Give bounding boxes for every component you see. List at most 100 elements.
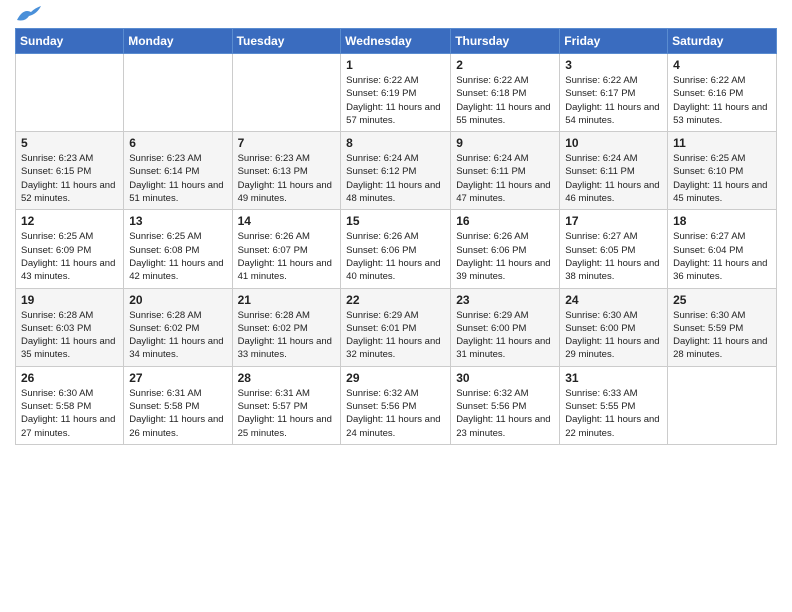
day-info: Sunrise: 6:28 AMSunset: 6:02 PMDaylight:… [129, 309, 226, 362]
day-number: 13 [129, 214, 226, 228]
day-info: Sunrise: 6:26 AMSunset: 6:06 PMDaylight:… [456, 230, 554, 283]
weekday-header-monday: Monday [124, 29, 232, 54]
day-info: Sunrise: 6:22 AMSunset: 6:16 PMDaylight:… [673, 74, 771, 127]
day-info: Sunrise: 6:27 AMSunset: 6:04 PMDaylight:… [673, 230, 771, 283]
day-number: 10 [565, 136, 662, 150]
day-number: 31 [565, 371, 662, 385]
day-number: 15 [346, 214, 445, 228]
calendar-cell: 18 Sunrise: 6:27 AMSunset: 6:04 PMDayligh… [668, 210, 777, 288]
day-number: 4 [673, 58, 771, 72]
calendar-week-3: 12 Sunrise: 6:25 AMSunset: 6:09 PMDayligh… [16, 210, 777, 288]
day-number: 27 [129, 371, 226, 385]
day-info: Sunrise: 6:28 AMSunset: 6:03 PMDaylight:… [21, 309, 118, 362]
day-number: 23 [456, 293, 554, 307]
calendar-cell: 27 Sunrise: 6:31 AMSunset: 5:58 PMDayligh… [124, 366, 232, 444]
day-number: 26 [21, 371, 118, 385]
day-info: Sunrise: 6:22 AMSunset: 6:17 PMDaylight:… [565, 74, 662, 127]
day-info: Sunrise: 6:30 AMSunset: 5:58 PMDaylight:… [21, 387, 118, 440]
weekday-header-thursday: Thursday [451, 29, 560, 54]
calendar-week-1: 1Sunrise: 6:22 AMSunset: 6:19 PMDaylight… [16, 54, 777, 132]
day-info: Sunrise: 6:29 AMSunset: 6:01 PMDaylight:… [346, 309, 445, 362]
weekday-header-row: SundayMondayTuesdayWednesdayThursdayFrid… [16, 29, 777, 54]
calendar-cell: 4 Sunrise: 6:22 AMSunset: 6:16 PMDaylight… [668, 54, 777, 132]
calendar-table: SundayMondayTuesdayWednesdayThursdayFrid… [15, 28, 777, 445]
day-info: Sunrise: 6:23 AMSunset: 6:13 PMDaylight:… [238, 152, 336, 205]
calendar-cell: 22 Sunrise: 6:29 AMSunset: 6:01 PMDayligh… [341, 288, 451, 366]
calendar-cell: 15 Sunrise: 6:26 AMSunset: 6:06 PMDayligh… [341, 210, 451, 288]
calendar-cell: 11 Sunrise: 6:25 AMSunset: 6:10 PMDayligh… [668, 132, 777, 210]
day-number: 25 [673, 293, 771, 307]
calendar-cell: 19 Sunrise: 6:28 AMSunset: 6:03 PMDayligh… [16, 288, 124, 366]
calendar-cell: 1Sunrise: 6:22 AMSunset: 6:19 PMDaylight… [341, 54, 451, 132]
page-container: SundayMondayTuesdayWednesdayThursdayFrid… [0, 0, 792, 455]
day-number: 11 [673, 136, 771, 150]
day-number: 7 [238, 136, 336, 150]
day-number: 18 [673, 214, 771, 228]
calendar-cell: 7 Sunrise: 6:23 AMSunset: 6:13 PMDaylight… [232, 132, 341, 210]
day-number: 21 [238, 293, 336, 307]
day-info: Sunrise: 6:33 AMSunset: 5:55 PMDaylight:… [565, 387, 662, 440]
calendar-cell: 21 Sunrise: 6:28 AMSunset: 6:02 PMDayligh… [232, 288, 341, 366]
calendar-cell [232, 54, 341, 132]
calendar-cell: 14Sunrise: 6:26 AMSunset: 6:07 PMDayligh… [232, 210, 341, 288]
day-number: 30 [456, 371, 554, 385]
calendar-week-5: 26 Sunrise: 6:30 AMSunset: 5:58 PMDayligh… [16, 366, 777, 444]
weekday-header-tuesday: Tuesday [232, 29, 341, 54]
day-info: Sunrise: 6:31 AMSunset: 5:58 PMDaylight:… [129, 387, 226, 440]
day-number: 6 [129, 136, 226, 150]
day-number: 3 [565, 58, 662, 72]
day-info: Sunrise: 6:26 AMSunset: 6:06 PMDaylight:… [346, 230, 445, 283]
calendar-cell: 12 Sunrise: 6:25 AMSunset: 6:09 PMDayligh… [16, 210, 124, 288]
calendar-cell: 23 Sunrise: 6:29 AMSunset: 6:00 PMDayligh… [451, 288, 560, 366]
day-info: Sunrise: 6:23 AMSunset: 6:14 PMDaylight:… [129, 152, 226, 205]
day-info: Sunrise: 6:31 AMSunset: 5:57 PMDaylight:… [238, 387, 336, 440]
day-number: 12 [21, 214, 118, 228]
day-number: 19 [21, 293, 118, 307]
day-info: Sunrise: 6:29 AMSunset: 6:00 PMDaylight:… [456, 309, 554, 362]
calendar-week-4: 19 Sunrise: 6:28 AMSunset: 6:03 PMDayligh… [16, 288, 777, 366]
day-info: Sunrise: 6:30 AMSunset: 6:00 PMDaylight:… [565, 309, 662, 362]
day-info: Sunrise: 6:24 AMSunset: 6:11 PMDaylight:… [565, 152, 662, 205]
day-info: Sunrise: 6:22 AMSunset: 6:18 PMDaylight:… [456, 74, 554, 127]
calendar-cell: 5Sunrise: 6:23 AMSunset: 6:15 PMDaylight… [16, 132, 124, 210]
calendar-cell [124, 54, 232, 132]
day-number: 28 [238, 371, 336, 385]
day-number: 16 [456, 214, 554, 228]
calendar-cell: 16 Sunrise: 6:26 AMSunset: 6:06 PMDayligh… [451, 210, 560, 288]
day-number: 22 [346, 293, 445, 307]
day-number: 9 [456, 136, 554, 150]
day-number: 29 [346, 371, 445, 385]
weekday-header-saturday: Saturday [668, 29, 777, 54]
day-number: 2 [456, 58, 554, 72]
day-info: Sunrise: 6:32 AMSunset: 5:56 PMDaylight:… [456, 387, 554, 440]
day-number: 5 [21, 136, 118, 150]
day-info: Sunrise: 6:24 AMSunset: 6:12 PMDaylight:… [346, 152, 445, 205]
day-number: 8 [346, 136, 445, 150]
calendar-cell: 6 Sunrise: 6:23 AMSunset: 6:14 PMDaylight… [124, 132, 232, 210]
calendar-cell: 25Sunrise: 6:30 AMSunset: 5:59 PMDayligh… [668, 288, 777, 366]
day-info: Sunrise: 6:25 AMSunset: 6:10 PMDaylight:… [673, 152, 771, 205]
logo [15, 10, 41, 20]
calendar-cell: 30 Sunrise: 6:32 AMSunset: 5:56 PMDayligh… [451, 366, 560, 444]
day-info: Sunrise: 6:24 AMSunset: 6:11 PMDaylight:… [456, 152, 554, 205]
day-number: 17 [565, 214, 662, 228]
calendar-cell: 29Sunrise: 6:32 AMSunset: 5:56 PMDayligh… [341, 366, 451, 444]
calendar-cell: 13 Sunrise: 6:25 AMSunset: 6:08 PMDayligh… [124, 210, 232, 288]
calendar-cell: 26 Sunrise: 6:30 AMSunset: 5:58 PMDayligh… [16, 366, 124, 444]
calendar-cell: 31 Sunrise: 6:33 AMSunset: 5:55 PMDayligh… [560, 366, 668, 444]
calendar-cell [16, 54, 124, 132]
calendar-cell: 9 Sunrise: 6:24 AMSunset: 6:11 PMDaylight… [451, 132, 560, 210]
day-number: 24 [565, 293, 662, 307]
day-info: Sunrise: 6:25 AMSunset: 6:08 PMDaylight:… [129, 230, 226, 283]
header [15, 10, 777, 20]
calendar-week-2: 5Sunrise: 6:23 AMSunset: 6:15 PMDaylight… [16, 132, 777, 210]
calendar-cell: 20Sunrise: 6:28 AMSunset: 6:02 PMDayligh… [124, 288, 232, 366]
day-info: Sunrise: 6:28 AMSunset: 6:02 PMDaylight:… [238, 309, 336, 362]
calendar-cell: 3 Sunrise: 6:22 AMSunset: 6:17 PMDaylight… [560, 54, 668, 132]
calendar-cell: 28 Sunrise: 6:31 AMSunset: 5:57 PMDayligh… [232, 366, 341, 444]
day-info: Sunrise: 6:25 AMSunset: 6:09 PMDaylight:… [21, 230, 118, 283]
calendar-cell: 10 Sunrise: 6:24 AMSunset: 6:11 PMDayligh… [560, 132, 668, 210]
calendar-cell [668, 366, 777, 444]
calendar-cell: 8 Sunrise: 6:24 AMSunset: 6:12 PMDaylight… [341, 132, 451, 210]
logo-bird-icon [17, 6, 41, 24]
